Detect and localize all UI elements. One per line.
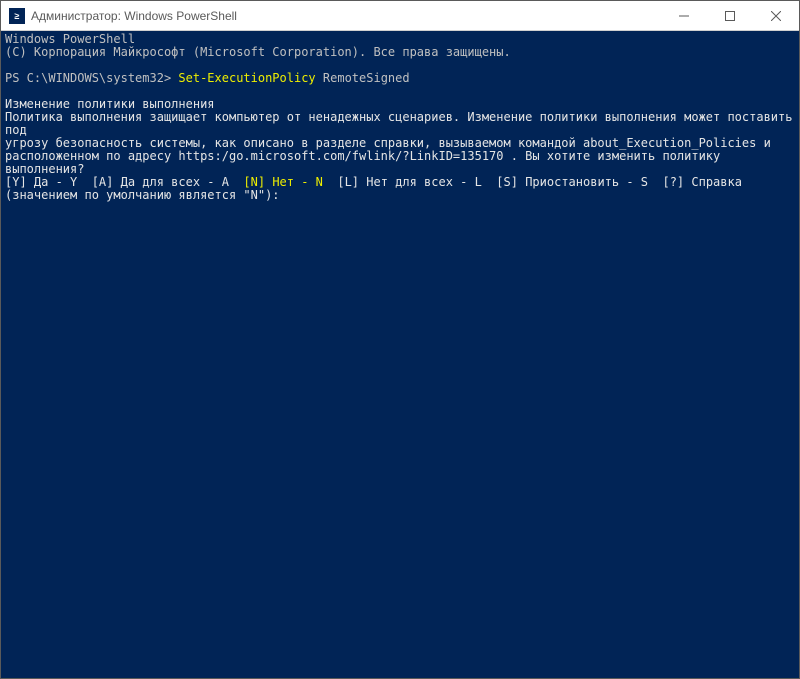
- command: Set-ExecutionPolicy: [178, 71, 323, 85]
- console-output[interactable]: Windows PowerShell (C) Корпорация Майкро…: [1, 31, 799, 678]
- console-heading: Изменение политики выполнения: [5, 97, 215, 111]
- titlebar: ≥ Администратор: Windows PowerShell: [1, 1, 799, 31]
- maximize-button[interactable]: [707, 1, 753, 30]
- powershell-window: ≥ Администратор: Windows PowerShell Wind…: [0, 0, 800, 679]
- command-arg: RemoteSigned: [323, 71, 410, 85]
- minimize-button[interactable]: [661, 1, 707, 30]
- option-all: [A] Да для всех - A: [92, 175, 244, 189]
- option-no-default: [N] Нет - N: [243, 175, 337, 189]
- option-suspend: [S] Приостановить - S: [496, 175, 662, 189]
- option-help: [?] Справка: [662, 175, 741, 189]
- maximize-icon: [725, 11, 735, 21]
- powershell-icon: ≥: [9, 8, 25, 24]
- option-no-all: [L] Нет для всех - L: [337, 175, 496, 189]
- close-icon: [771, 11, 781, 21]
- console-line: расположенном по адресу https:/go.micros…: [5, 149, 727, 176]
- console-line: Windows PowerShell: [5, 32, 135, 46]
- console-line: Политика выполнения защищает компьютер о…: [5, 110, 799, 137]
- option-yes: [Y] Да - Y: [5, 175, 92, 189]
- console-line: угрозу безопасность системы, как описано…: [5, 136, 771, 150]
- window-controls: [661, 1, 799, 30]
- close-button[interactable]: [753, 1, 799, 30]
- minimize-icon: [679, 11, 689, 21]
- window-title: Администратор: Windows PowerShell: [31, 9, 661, 23]
- prompt-default: (значением по умолчанию является "N"):: [5, 188, 280, 202]
- console-line: (C) Корпорация Майкрософт (Microsoft Cor…: [5, 45, 511, 59]
- prompt-path: PS C:\WINDOWS\system32>: [5, 71, 178, 85]
